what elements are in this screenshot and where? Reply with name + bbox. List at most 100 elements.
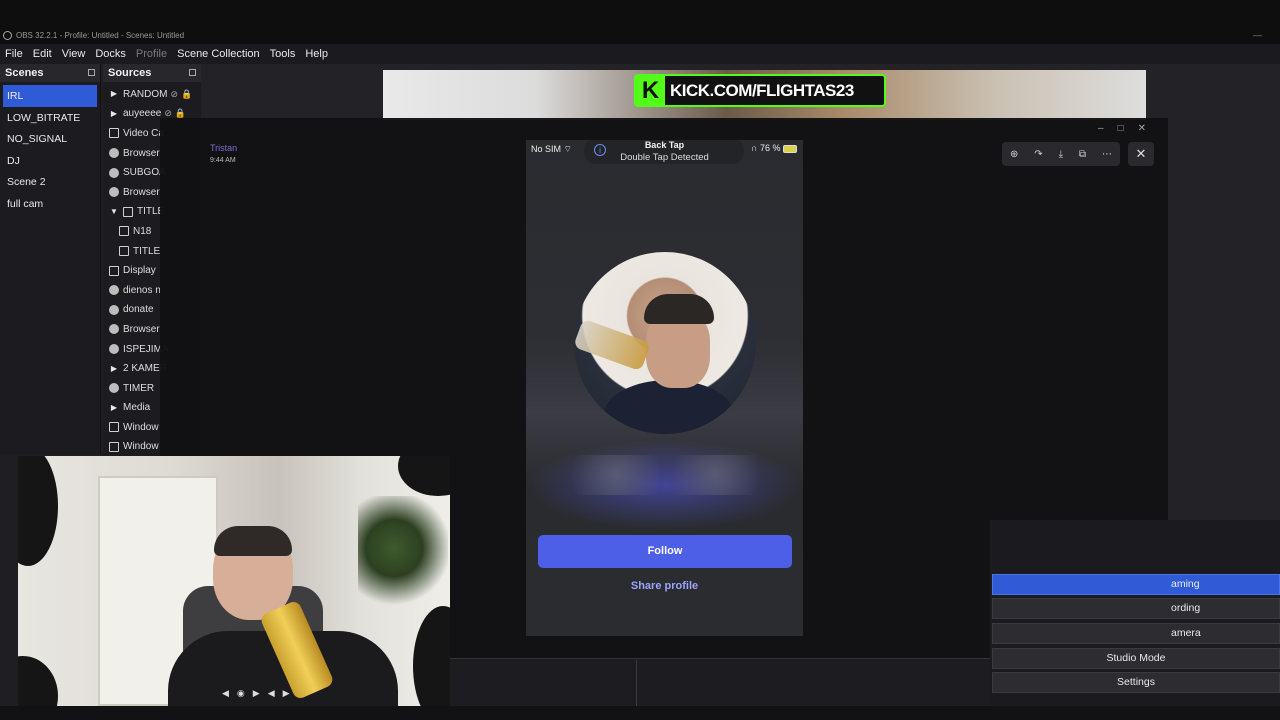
source-label: Window xyxy=(123,421,159,433)
scene-item-dj[interactable]: DJ xyxy=(0,150,100,172)
controls-dock: aming ording amera Studio Mode Settings xyxy=(990,520,1280,720)
avatar-bottle xyxy=(574,318,651,372)
menu-edit[interactable]: Edit xyxy=(33,48,52,60)
more-icon[interactable]: ⋯ xyxy=(1102,149,1112,160)
webcam-plant xyxy=(358,496,448,626)
source-label: TIMER xyxy=(123,382,155,394)
notification-subtitle: Double Tap Detected xyxy=(620,152,709,163)
source-label: donate xyxy=(123,304,154,316)
source-label: Media xyxy=(123,402,151,414)
video-capture-icon xyxy=(109,128,119,139)
browser-icon xyxy=(109,187,119,198)
mixer-divider xyxy=(636,660,637,708)
source-label: Browser xyxy=(123,147,160,159)
visibility-icon[interactable]: ⊘ xyxy=(170,89,178,100)
webcam-person-hair xyxy=(214,526,292,556)
battery-percent: 76 % xyxy=(759,143,781,153)
close-icon[interactable]: ✕ xyxy=(1128,142,1154,166)
scene-item-full-cam[interactable]: full cam xyxy=(0,193,100,215)
virtual-camera-button[interactable]: amera xyxy=(992,623,1280,644)
menu-view[interactable]: View xyxy=(62,48,86,60)
play-icon: ▶ xyxy=(110,402,118,412)
menu-help[interactable]: Help xyxy=(305,48,328,60)
zoom-in-icon[interactable]: ⊕ xyxy=(1010,149,1018,160)
settings-button[interactable]: Settings xyxy=(992,672,1280,693)
menu-scene-collection[interactable]: Scene Collection xyxy=(177,48,260,60)
ink-splat-frame xyxy=(398,456,450,496)
source-label: N18 xyxy=(133,225,152,237)
scenes-header: Scenes xyxy=(0,64,100,82)
rotate-icon[interactable]: ↷ xyxy=(1034,149,1042,160)
ink-splat-frame xyxy=(18,656,58,706)
source-item[interactable]: ▶ RANDOM ⊘ 🔒 xyxy=(103,83,201,103)
browser-icon xyxy=(109,167,119,178)
phone-status-bar: No SIM ⌔ i Back Tap Double Tap Detected … xyxy=(526,140,803,164)
phone-screen: No SIM ⌔ i Back Tap Double Tap Detected … xyxy=(526,140,803,636)
kick-logo-icon: K xyxy=(636,76,665,105)
display-icon xyxy=(109,265,119,276)
ink-splat-frame xyxy=(18,456,58,566)
follow-button[interactable]: Follow xyxy=(538,535,792,568)
source-label: auyeeee xyxy=(123,108,162,120)
webcam-feed xyxy=(18,456,450,706)
image-viewer-toolbar: ⊕ ↷ ⤓ ⧉ ⋯ xyxy=(1002,142,1120,166)
undock-icon[interactable] xyxy=(189,69,196,76)
battery-status: ∩ 76 % xyxy=(751,143,797,153)
source-label: TITLE xyxy=(133,245,161,257)
window-icon xyxy=(109,422,119,433)
kick-url-text: KICK.COM/FLIGHTAS23 xyxy=(670,80,854,100)
source-label: Browser xyxy=(123,186,160,198)
source-label: RANDOM xyxy=(123,88,168,100)
scene-list: IRL LOW_BITRATE NO_SIGNAL DJ Scene 2 ful… xyxy=(0,82,100,214)
play-icon: ▶ xyxy=(110,363,118,373)
share-profile-link[interactable]: Share profile xyxy=(526,580,803,592)
menu-docks[interactable]: Docks xyxy=(95,48,126,60)
start-recording-button[interactable]: ording xyxy=(992,598,1280,619)
open-external-icon[interactable]: ⧉ xyxy=(1079,149,1086,160)
chat-timestamp: 9:44 AM xyxy=(210,157,236,164)
download-icon[interactable]: ⤓ xyxy=(1059,149,1063,160)
menu-profile[interactable]: Profile xyxy=(136,48,167,60)
scene-item-low-bitrate[interactable]: LOW_BITRATE xyxy=(0,107,100,129)
scene-item-no-signal[interactable]: NO_SIGNAL xyxy=(0,128,100,150)
blurred-stats xyxy=(566,455,766,495)
lock-icon[interactable]: 🔒 xyxy=(181,89,192,100)
source-label: Browser xyxy=(123,323,160,335)
menu-file[interactable]: File xyxy=(5,48,23,60)
sources-header: Sources xyxy=(103,64,201,82)
start-streaming-button[interactable]: aming xyxy=(992,574,1280,595)
title-bar: OBS 32.2.1 - Profile: Untitled - Scenes:… xyxy=(0,0,1280,44)
chat-username: Tristan xyxy=(210,143,238,153)
scenes-title: Scenes xyxy=(5,67,44,79)
studio-mode-button[interactable]: Studio Mode xyxy=(992,648,1280,669)
minimize-button[interactable]: — xyxy=(1253,30,1262,40)
folder-icon xyxy=(123,206,133,217)
menu-tools[interactable]: Tools xyxy=(270,48,296,60)
source-label: dienos n xyxy=(123,284,161,296)
profile-avatar[interactable] xyxy=(574,252,756,434)
browser-icon xyxy=(109,304,119,315)
image-icon xyxy=(119,246,129,257)
headphones-icon: ∩ xyxy=(750,143,758,153)
scene-item-scene-2[interactable]: Scene 2 xyxy=(0,171,100,193)
window-title: OBS 32.2.1 - Profile: Untitled - Scenes:… xyxy=(16,31,185,40)
window-controls[interactable]: –□✕ xyxy=(1098,123,1160,134)
sources-title: Sources xyxy=(108,67,152,79)
battery-icon xyxy=(783,144,797,153)
obs-window: OBS 32.2.1 - Profile: Untitled - Scenes:… xyxy=(0,0,1280,720)
webcam-media-controls[interactable]: ◀◉▶◀▶ xyxy=(222,688,298,699)
source-label: Video Ca xyxy=(123,127,164,139)
menu-bar: File Edit View Docks Profile Scene Colle… xyxy=(0,44,1280,64)
image-icon xyxy=(119,226,129,237)
avatar-suit xyxy=(604,380,734,434)
undock-icon[interactable] xyxy=(88,69,95,76)
play-icon: ▶ xyxy=(110,108,118,118)
browser-icon xyxy=(109,344,119,355)
browser-icon xyxy=(109,148,119,159)
play-icon: ▶ xyxy=(110,89,118,99)
browser-icon xyxy=(109,324,119,335)
chevron-down-icon[interactable]: ▼ xyxy=(109,207,119,217)
scene-item-irl[interactable]: IRL xyxy=(3,85,97,107)
audio-mixer xyxy=(450,658,990,708)
source-label: Display xyxy=(123,265,156,277)
